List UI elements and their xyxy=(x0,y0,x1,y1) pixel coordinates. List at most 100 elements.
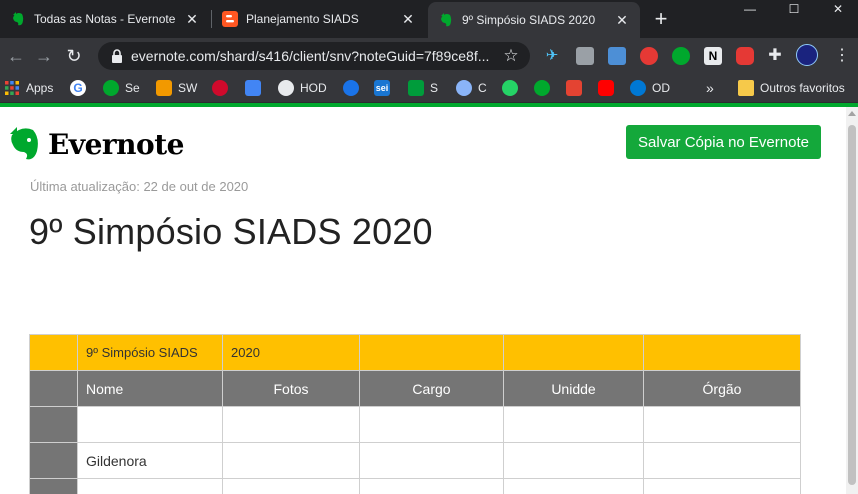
back-button[interactable]: ← xyxy=(4,44,28,68)
browser-menu-icon[interactable]: ⋮ xyxy=(833,47,851,65)
table-cell[interactable] xyxy=(29,406,78,443)
table-cell[interactable] xyxy=(359,478,504,494)
table-cell[interactable] xyxy=(503,478,644,494)
table-title-row: 9º Simpósio SIADS 2020 xyxy=(29,334,801,371)
evernote-logo[interactable]: Evernote xyxy=(4,123,184,165)
table-cell[interactable] xyxy=(643,406,801,443)
forward-button[interactable]: → xyxy=(32,44,56,68)
table-cell[interactable]: 9º Simpósio SIADS xyxy=(77,334,223,371)
bookmark-translate[interactable] xyxy=(245,79,261,97)
bookmark-sei[interactable]: sei xyxy=(374,79,390,97)
table-cell[interactable] xyxy=(643,478,801,494)
column-header-cargo[interactable]: Cargo xyxy=(359,370,504,407)
bookmark-todoist[interactable] xyxy=(566,79,582,97)
table-cell[interactable] xyxy=(222,406,360,443)
column-header-fotos[interactable]: Fotos xyxy=(222,370,360,407)
extension-map-pin-icon[interactable] xyxy=(576,47,594,65)
close-window-button[interactable]: ✕ xyxy=(820,0,856,18)
table-row xyxy=(29,478,801,494)
bookmark-huawei[interactable] xyxy=(212,79,228,97)
bookmark-star-icon[interactable]: ☆ xyxy=(502,46,520,66)
bookmark-sw[interactable]: SW xyxy=(156,79,197,97)
cloud-c-icon xyxy=(456,80,472,96)
reload-button[interactable]: ↻ xyxy=(62,44,86,68)
close-icon[interactable]: ✕ xyxy=(184,11,200,27)
table-cell[interactable] xyxy=(29,478,78,494)
table-cell[interactable] xyxy=(77,478,223,494)
new-tab-button[interactable]: + xyxy=(650,8,672,31)
bookmark-label: S xyxy=(430,81,439,95)
bookmark-label: OD xyxy=(652,81,670,95)
extension-hand-icon[interactable] xyxy=(640,47,658,65)
lock-icon xyxy=(112,49,122,63)
table-cell[interactable] xyxy=(503,442,644,479)
maximize-button[interactable]: ☐ xyxy=(776,0,812,18)
evernote-elephant-icon xyxy=(10,127,38,160)
extension-window-icon[interactable] xyxy=(608,47,626,65)
tab-todas-as-notas[interactable]: Todas as Notas - Evernote ✕ xyxy=(0,0,210,38)
bookmark-youtube[interactable] xyxy=(598,79,614,97)
blogger-icon xyxy=(222,11,238,27)
tab-strip: Todas as Notas - Evernote ✕ Planejamento… xyxy=(0,0,858,38)
tab-9-simposio-siads-2020[interactable]: 9º Simpósio SIADS 2020 ✕ xyxy=(428,2,640,38)
table-cell[interactable] xyxy=(29,334,78,371)
bookmarks-overflow-button[interactable]: » xyxy=(706,79,714,97)
table-cell[interactable] xyxy=(359,406,504,443)
table-cell[interactable] xyxy=(643,334,801,371)
table-cell[interactable]: 2020 xyxy=(222,334,360,371)
url-text[interactable]: evernote.com/shard/s416/client/snv?noteG… xyxy=(131,42,491,70)
profile-avatar-icon[interactable] xyxy=(796,44,818,66)
evernote-extension-icon[interactable] xyxy=(672,47,690,65)
table-cell[interactable] xyxy=(503,334,644,371)
save-copy-button[interactable]: Salvar Cópia no Evernote xyxy=(626,125,821,159)
column-header-orgao[interactable]: Órgão xyxy=(643,370,801,407)
sw-icon xyxy=(156,80,172,96)
tab-title: Todas as Notas - Evernote xyxy=(34,12,176,26)
extension-blue-bird-icon[interactable]: ✈ xyxy=(543,47,561,65)
bookmark-google[interactable]: G xyxy=(70,79,86,97)
bookmark-hod[interactable]: HOD xyxy=(278,79,327,97)
bookmark-apps[interactable]: Apps xyxy=(4,79,53,97)
bookmark-c[interactable]: C xyxy=(456,79,487,97)
bookmark-sphere[interactable] xyxy=(343,79,359,97)
brand-name: Evernote xyxy=(48,127,184,161)
table-cell[interactable] xyxy=(29,370,78,407)
column-header-unidde[interactable]: Unidde xyxy=(503,370,644,407)
table-cell[interactable] xyxy=(77,406,223,443)
table-cell[interactable] xyxy=(29,442,78,479)
notion-extension-icon[interactable]: N xyxy=(704,47,722,65)
sei-icon: sei xyxy=(374,80,390,96)
browser-toolbar: ← → ↻ evernote.com/shard/s416/client/snv… xyxy=(0,38,858,74)
evernote-icon xyxy=(441,13,452,27)
evernote-icon xyxy=(534,80,550,96)
bookmark-od[interactable]: OD xyxy=(630,79,670,97)
bookmarks-bar: Apps G Se SW HOD sei S C OD » Outros fav… xyxy=(0,74,858,103)
table-cell[interactable] xyxy=(222,478,360,494)
page-scrollbar[interactable] xyxy=(846,107,858,494)
last-updated-text: Última atualização: 22 de out de 2020 xyxy=(30,179,249,194)
table-cell[interactable] xyxy=(643,442,801,479)
close-icon[interactable]: ✕ xyxy=(400,11,416,27)
table-cell[interactable] xyxy=(222,442,360,479)
extension-forward-icon[interactable] xyxy=(736,47,754,65)
bookmark-other-favorites[interactable]: Outros favoritos xyxy=(738,79,845,97)
bookmark-label: SW xyxy=(178,81,198,95)
close-icon[interactable]: ✕ xyxy=(614,12,630,28)
minimize-button[interactable]: — xyxy=(732,0,768,18)
table-cell[interactable]: Gildenora xyxy=(77,442,223,479)
bookmark-evernote[interactable] xyxy=(534,79,550,97)
tab-planejamento-siads[interactable]: Planejamento SIADS ✕ xyxy=(212,0,426,38)
whatsapp-icon xyxy=(502,80,518,96)
address-bar[interactable]: evernote.com/shard/s416/client/snv?noteG… xyxy=(98,42,530,70)
table-cell[interactable] xyxy=(503,406,644,443)
scrollbar-thumb[interactable] xyxy=(848,125,856,485)
extensions-puzzle-icon[interactable]: ✚ xyxy=(766,47,784,65)
bookmark-se[interactable]: Se xyxy=(103,79,140,97)
table-cell[interactable] xyxy=(359,334,504,371)
bookmark-s[interactable]: S xyxy=(408,79,438,97)
bookmark-whatsapp[interactable] xyxy=(502,79,518,97)
note-title: 9º Simpósio SIADS 2020 xyxy=(29,211,433,252)
scroll-up-arrow-icon[interactable] xyxy=(848,111,856,116)
column-header-nome[interactable]: Nome xyxy=(77,370,223,407)
table-cell[interactable] xyxy=(359,442,504,479)
